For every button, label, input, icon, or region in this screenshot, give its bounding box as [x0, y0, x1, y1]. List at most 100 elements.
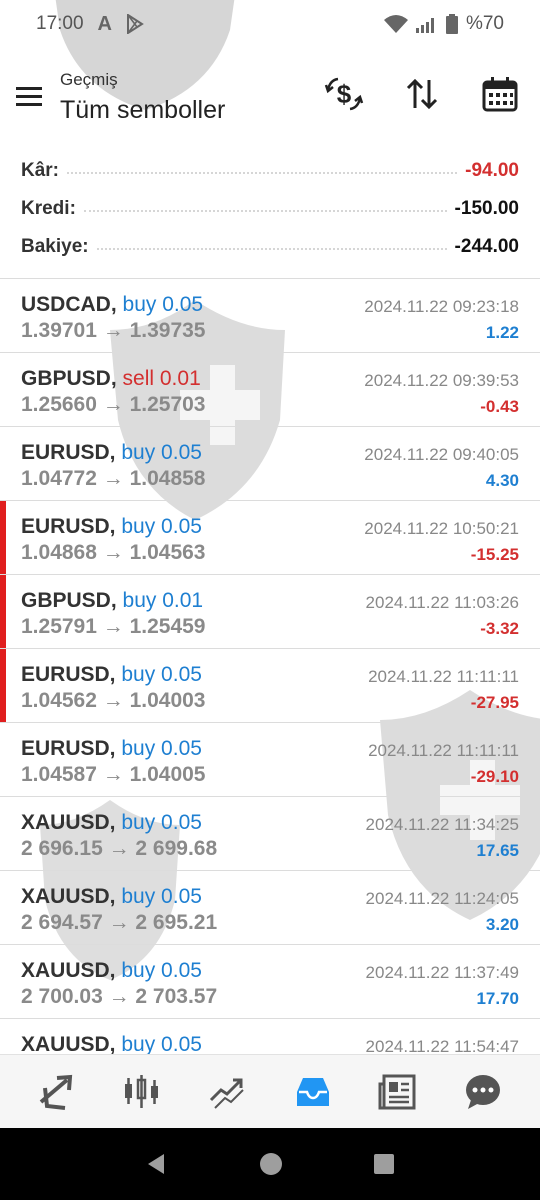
- trade-side: buy 0.05: [121, 663, 202, 686]
- trade-profit: -27.95: [470, 693, 519, 712]
- trade-time: 2024.11.22 11:34:25: [365, 815, 519, 834]
- trade-row[interactable]: GBPUSD, buy 0.01 1.25791 → 1.25459 2024.…: [0, 574, 540, 649]
- trade-prices: 1.04562 → 1.04003: [21, 689, 206, 712]
- trade-time: 2024.11.22 11:24:05: [365, 889, 519, 908]
- currency-exchange-icon: $: [324, 77, 364, 111]
- trade-row[interactable]: XAUUSD, buy 0.05 2024.11.22 11:54:47: [0, 1018, 540, 1054]
- trade-side: buy 0.01: [122, 589, 204, 612]
- battery-percent: %70: [465, 13, 504, 34]
- trade-side: sell 0.01: [122, 367, 201, 390]
- a-logo-icon: A: [97, 12, 112, 35]
- trade-side: buy 0.05: [121, 959, 202, 982]
- credit-label: Kredi:: [21, 198, 76, 219]
- recents-icon[interactable]: [372, 1152, 396, 1176]
- trade-prices: 1.25791 → 1.25459: [21, 615, 206, 638]
- back-icon[interactable]: [144, 1151, 170, 1177]
- trade-time: 2024.11.22 11:54:47: [365, 1037, 519, 1054]
- trade-side: buy 0.05: [122, 293, 204, 316]
- app-header: Geçmiş Tüm semboller $: [0, 48, 540, 152]
- trade-time: 2024.11.22 09:23:18: [364, 297, 519, 316]
- trade-side: buy 0.05: [121, 441, 202, 464]
- trade-row[interactable]: EURUSD, buy 0.05 1.04587 → 1.04005 2024.…: [0, 722, 540, 796]
- home-icon[interactable]: [259, 1152, 283, 1176]
- trade-symbol: XAUUSD,: [21, 959, 116, 982]
- trade-profit: 1.22: [485, 323, 519, 342]
- trade-time: 2024.11.22 11:03:26: [365, 593, 519, 612]
- nav-chart[interactable]: [116, 1066, 168, 1118]
- trade-row[interactable]: XAUUSD, buy 0.05 2 700.03 → 2 703.57 202…: [0, 944, 540, 1018]
- nav-chat[interactable]: [457, 1066, 509, 1118]
- trade-prices: 1.04772 → 1.04858: [21, 467, 206, 490]
- trade-prices: 1.25660 → 1.25703: [21, 393, 206, 416]
- nav-history[interactable]: [287, 1066, 339, 1118]
- sort-icon: [406, 78, 438, 110]
- trade-prices: 1.04587 → 1.04005: [21, 763, 206, 786]
- trade-row[interactable]: EURUSD, buy 0.05 1.04772 → 1.04858 2024.…: [0, 426, 540, 500]
- trade-symbol: GBPUSD,: [21, 589, 117, 612]
- trade-side: buy 0.05: [121, 885, 202, 908]
- trade-profit: 17.70: [476, 989, 519, 1008]
- summary-credit-row: Kredi: -150.00: [21, 190, 519, 228]
- bottom-navigation: [0, 1054, 540, 1128]
- currency-exchange-button[interactable]: $: [322, 72, 366, 116]
- chat-icon: [466, 1074, 501, 1109]
- trade-row-marker: [0, 649, 6, 723]
- trade-prices: 2 694.57 → 2 695.21: [21, 911, 218, 934]
- trade-side: buy 0.05: [121, 515, 202, 538]
- trade-row-marker: [0, 501, 6, 575]
- trade-side: buy 0.05: [121, 811, 202, 834]
- credit-value: -150.00: [454, 198, 519, 219]
- sort-button[interactable]: [400, 72, 444, 116]
- trade-row[interactable]: EURUSD, buy 0.05 1.04562 → 1.04003 2024.…: [0, 648, 540, 723]
- trade-row[interactable]: XAUUSD, buy 0.05 2 696.15 → 2 699.68 202…: [0, 796, 540, 870]
- system-navigation-bar: [0, 1128, 540, 1200]
- trade-profit: 3.20: [485, 915, 519, 934]
- trade-symbol: XAUUSD,: [21, 1033, 116, 1054]
- trade-prices: 1.39701 → 1.39735: [21, 319, 206, 342]
- trade-icon: [210, 1078, 245, 1109]
- history-icon: [296, 1077, 329, 1106]
- battery-icon: [445, 14, 458, 34]
- trade-side: buy 0.05: [121, 1033, 202, 1054]
- status-bar: 17:00 A %70: [0, 0, 540, 48]
- trade-symbol: GBPUSD,: [21, 367, 117, 390]
- trade-profit: -15.25: [470, 545, 519, 564]
- trade-row-marker: [0, 575, 6, 649]
- trade-prices: 1.04868 → 1.04563: [21, 541, 206, 564]
- trade-time: 2024.11.22 09:39:53: [364, 371, 519, 390]
- news-icon: [378, 1074, 416, 1109]
- trade-symbol: XAUUSD,: [21, 811, 116, 834]
- trade-symbol: EURUSD,: [21, 441, 116, 464]
- balance-label: Bakiye:: [21, 236, 89, 257]
- trade-symbol: EURUSD,: [21, 663, 116, 686]
- nav-news[interactable]: [372, 1066, 424, 1118]
- trade-row[interactable]: USDCAD, buy 0.05 1.39701 → 1.39735 2024.…: [0, 278, 540, 352]
- trade-row[interactable]: EURUSD, buy 0.05 1.04868 → 1.04563 2024.…: [0, 500, 540, 575]
- header-title[interactable]: Tüm semboller: [60, 96, 225, 125]
- nav-quotes[interactable]: [31, 1066, 83, 1118]
- menu-icon[interactable]: [14, 82, 46, 110]
- trade-time: 2024.11.22 10:50:21: [364, 519, 519, 538]
- signal-icon: [415, 18, 434, 33]
- trade-row[interactable]: XAUUSD, buy 0.05 2 694.57 → 2 695.21 202…: [0, 870, 540, 944]
- calendar-icon: [482, 77, 518, 112]
- dotted-leader: [83, 210, 447, 212]
- summary-profit-row: Kâr: -94.00: [21, 152, 519, 190]
- nav-trade[interactable]: [201, 1066, 253, 1118]
- trade-symbol: EURUSD,: [21, 737, 116, 760]
- trade-profit: -0.43: [480, 397, 519, 416]
- trade-symbol: XAUUSD,: [21, 885, 116, 908]
- play-store-icon: [127, 14, 144, 34]
- trade-row[interactable]: GBPUSD, sell 0.01 1.25660 → 1.25703 2024…: [0, 352, 540, 426]
- calendar-button[interactable]: [478, 72, 522, 116]
- profit-label: Kâr:: [21, 160, 60, 181]
- dotted-leader: [96, 248, 447, 250]
- svg-text:$: $: [337, 79, 352, 109]
- trade-history-list[interactable]: USDCAD, buy 0.05 1.39701 → 1.39735 2024.…: [0, 278, 540, 1054]
- account-summary: Kâr: -94.00 Kredi: -150.00 Bakiye: -244.…: [0, 152, 540, 278]
- trade-symbol: USDCAD,: [21, 293, 117, 316]
- header-subtitle: Geçmiş: [60, 70, 118, 89]
- trade-side: buy 0.05: [121, 737, 202, 760]
- profit-value: -94.00: [465, 160, 519, 181]
- balance-value: -244.00: [454, 236, 519, 257]
